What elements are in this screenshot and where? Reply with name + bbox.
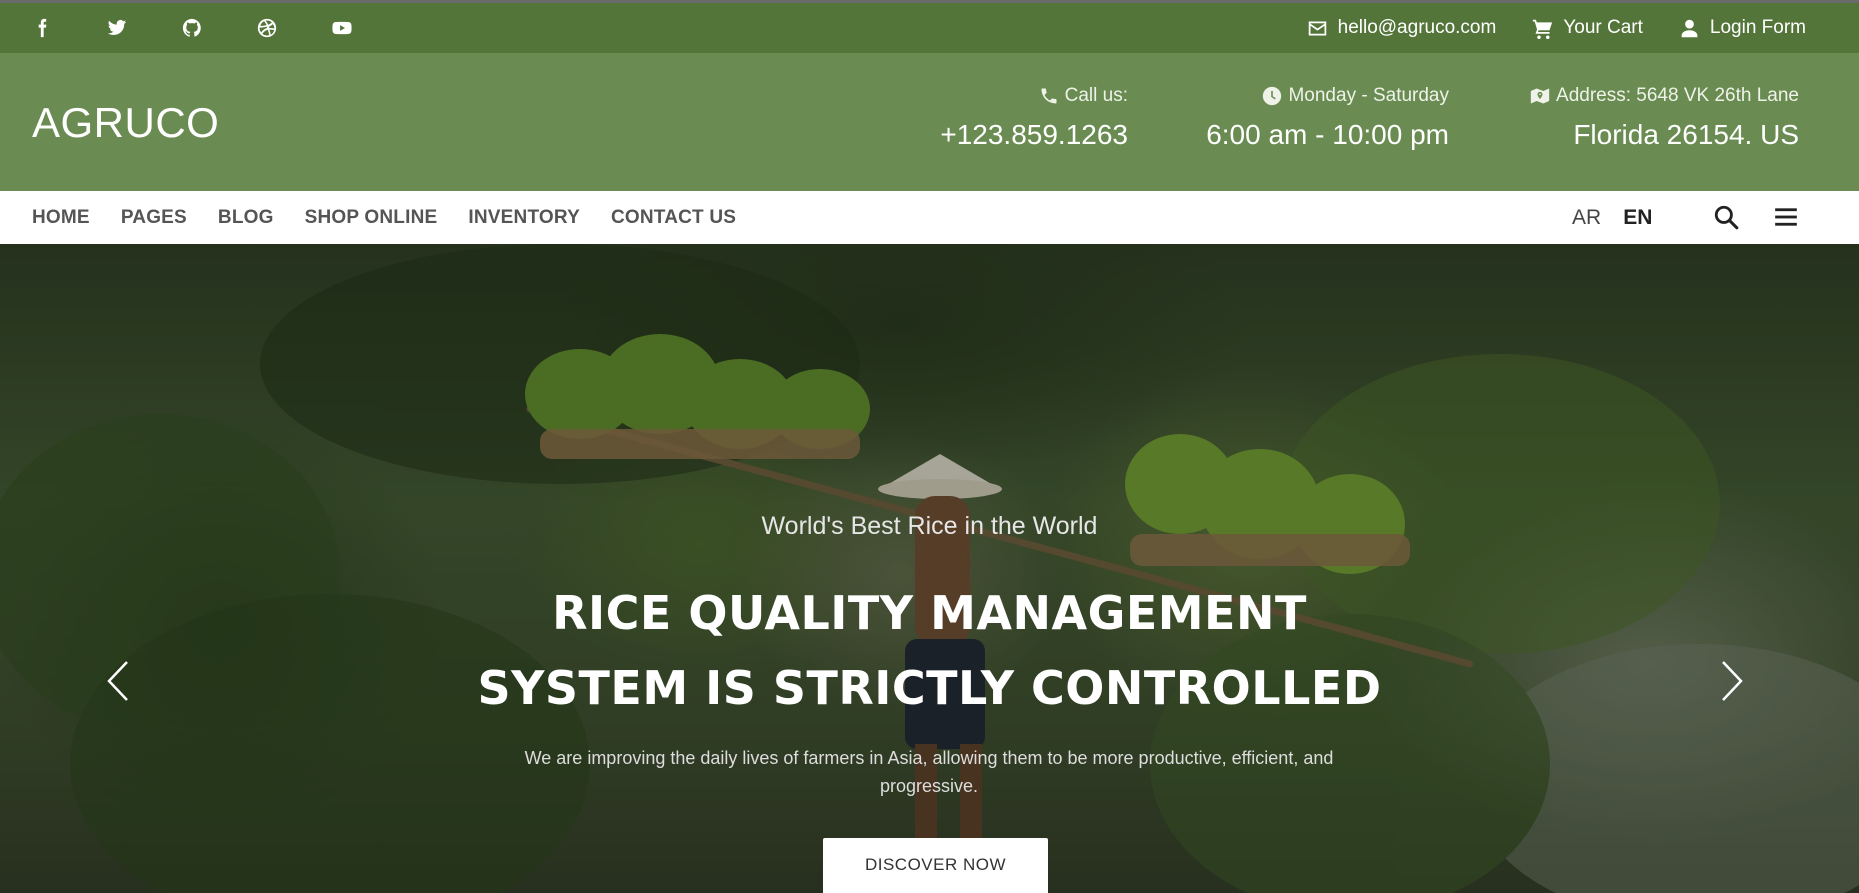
top-bar: hello@agruco.com Your Cart Login Form (0, 0, 1859, 53)
user-icon (1681, 19, 1698, 37)
address-info: Address: 5648 VK 26th Lane Florida 26154… (1530, 85, 1799, 151)
lang-ar[interactable]: AR (1572, 206, 1601, 230)
hero-headline-line1: RICE QUALITY MANAGEMENT (552, 586, 1307, 640)
login-text: Login Form (1709, 17, 1806, 38)
cart-link[interactable]: Your Cart (1532, 17, 1643, 39)
header-band: AGRUCO Call us: +123.859.1263 Monday - S… (0, 53, 1859, 191)
hours-value: 6:00 am - 10:00 pm (1206, 119, 1449, 150)
nav-menu: HOME PAGES BLOG SHOP ONLINE INVENTORY CO… (32, 207, 767, 229)
hero-slider: World's Best Rice in the World RICE QUAL… (0, 244, 1859, 893)
phone-icon (1041, 88, 1057, 104)
email-link[interactable]: hello@agruco.com (1307, 17, 1497, 39)
nav-item-pages[interactable]: PAGES (121, 207, 187, 229)
hero-headline-line2: SYSTEM IS STRICTLY CONTROLLED (477, 661, 1382, 715)
call-value[interactable]: +123.859.1263 (940, 119, 1128, 151)
email-text: hello@agruco.com (1337, 17, 1497, 38)
discover-now-button[interactable]: DISCOVER NOW (823, 838, 1048, 893)
main-nav: HOME PAGES BLOG SHOP ONLINE INVENTORY CO… (0, 191, 1859, 244)
twitter-icon[interactable] (105, 16, 129, 40)
hours-label: Monday - Saturday (1288, 85, 1449, 106)
map-icon (1530, 88, 1550, 104)
call-info: Call us: +123.859.1263 (940, 85, 1128, 151)
nav-item-inventory[interactable]: INVENTORY (468, 207, 580, 229)
hours-info: Monday - Saturday 6:00 am - 10:00 pm (1206, 85, 1449, 151)
call-label: Call us: (1064, 85, 1128, 106)
slider-prev-arrow-icon[interactable] (103, 656, 133, 706)
login-link[interactable]: Login Form (1679, 17, 1806, 39)
github-icon[interactable] (180, 16, 204, 40)
cart-icon (1533, 19, 1553, 39)
social-links (30, 16, 405, 40)
youtube-icon[interactable] (330, 16, 354, 40)
site-logo[interactable]: AGRUCO (32, 99, 219, 147)
cart-text: Your Cart (1563, 17, 1643, 38)
lang-en[interactable]: EN (1623, 206, 1652, 230)
hero-subtitle: World's Best Rice in the World (761, 512, 1098, 540)
nav-item-contact-us[interactable]: CONTACT US (611, 207, 736, 229)
nav-item-blog[interactable]: BLOG (218, 207, 274, 229)
envelope-icon (1308, 21, 1326, 35)
hamburger-menu-icon[interactable] (1773, 204, 1799, 230)
slider-next-arrow-icon[interactable] (1717, 656, 1747, 706)
nav-item-home[interactable]: HOME (32, 207, 90, 229)
clock-icon (1263, 86, 1282, 106)
nav-item-shop-online[interactable]: SHOP ONLINE (305, 207, 438, 229)
dribbble-icon[interactable] (255, 16, 279, 40)
hero-description: We are improving the daily lives of farm… (524, 748, 1334, 796)
address-label: Address: 5648 VK 26th Lane (1556, 85, 1799, 106)
facebook-icon[interactable] (30, 16, 54, 40)
search-icon[interactable] (1713, 204, 1739, 230)
address-value: Florida 26154. US (1573, 119, 1799, 150)
hero-headline: RICE QUALITY MANAGEMENT SYSTEM IS STRICT… (0, 576, 1859, 726)
language-switcher: AR EN (1572, 206, 1652, 230)
